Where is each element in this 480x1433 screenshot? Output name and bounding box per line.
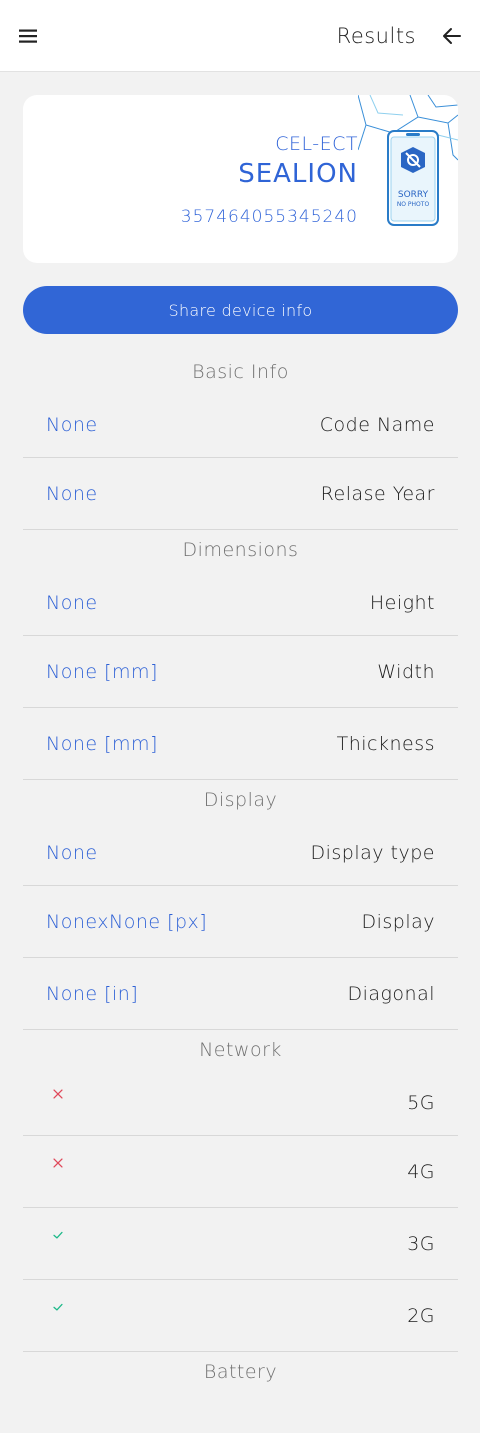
section-title: Dimensions — [182, 539, 299, 561]
spec-row: None Code Name — [23, 392, 458, 458]
device-brand: CEL-ECT — [275, 133, 358, 155]
spec-value: NonexNone [px] — [46, 910, 208, 933]
spec-list: Basic Info None Code Name None Relase Year Di… — [23, 352, 458, 1392]
spec-label: Height — [369, 591, 435, 614]
spec-row: None Display type — [23, 820, 458, 886]
spec-label: Code Name — [319, 413, 435, 436]
spec-value: None — [46, 591, 98, 614]
section-title: Basic Info — [192, 361, 289, 383]
cross-icon — [46, 1082, 70, 1106]
section-title: Battery — [203, 1361, 278, 1383]
spec-value: None [mm] — [46, 732, 158, 755]
spec-row: None Height — [23, 570, 458, 636]
spec-label: Width — [377, 660, 435, 683]
spec-value: None — [46, 841, 98, 864]
spec-label: 5G — [407, 1091, 435, 1114]
device-card: CEL-ECT SEALION 357464055345240 SORRY NO… — [23, 95, 458, 263]
spec-label: Relase Year — [320, 482, 435, 505]
spec-row: None [in] Diagonal — [23, 958, 458, 1030]
spec-value: None — [46, 413, 98, 436]
arrow-back-icon[interactable] — [440, 24, 464, 48]
share-device-info-button[interactable]: Share device info — [23, 286, 458, 334]
spec-row: 3G — [23, 1208, 458, 1280]
spec-row: 2G — [23, 1280, 458, 1352]
spec-row: 5G — [23, 1070, 458, 1136]
section-title: Network — [199, 1039, 282, 1061]
page-title: Results — [336, 24, 416, 48]
spec-label: Display type — [310, 841, 435, 864]
spec-row: None [mm] Width — [23, 636, 458, 708]
check-icon — [46, 1295, 70, 1319]
no-photo-text-2: NO PHOTO — [397, 201, 430, 208]
spec-value: None — [46, 482, 98, 505]
spec-row: NonexNone [px] Display — [23, 886, 458, 958]
device-imei: 357464055345240 — [180, 207, 358, 227]
app-bar: Results — [0, 0, 480, 72]
spec-value: None [mm] — [46, 660, 158, 683]
no-photo-text-1: SORRY — [398, 190, 429, 200]
spec-row: None Relase Year — [23, 458, 458, 530]
spec-label: Display — [361, 910, 435, 933]
spec-label: 3G — [407, 1232, 435, 1255]
menu-icon[interactable] — [12, 20, 44, 52]
spec-label: Thickness — [336, 732, 435, 755]
check-icon — [46, 1223, 70, 1247]
spec-row: 4G — [23, 1136, 458, 1208]
spec-value: None [in] — [46, 982, 139, 1005]
spec-row: None [mm] Thickness — [23, 708, 458, 780]
section-title: Display — [203, 789, 278, 811]
spec-label: 4G — [407, 1160, 435, 1183]
spec-label: 2G — [407, 1304, 435, 1327]
cross-icon — [46, 1151, 70, 1175]
no-photo-phone-icon: SORRY NO PHOTO — [387, 130, 439, 226]
device-model: SEALION — [238, 159, 358, 189]
spec-label: Diagonal — [347, 982, 435, 1005]
